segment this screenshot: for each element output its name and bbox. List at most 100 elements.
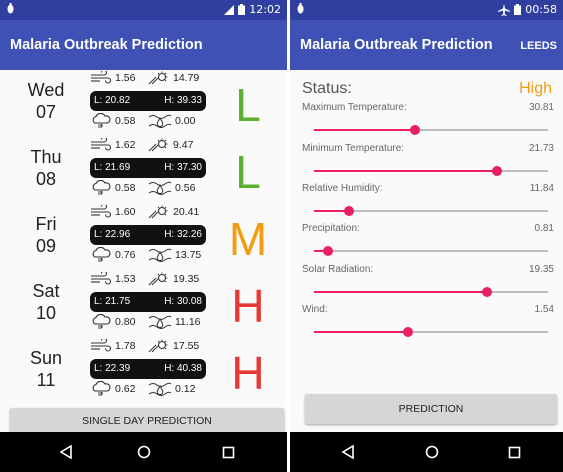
notification-icon [297,3,304,14]
parameter-row: Relative Humidity: 11.84 [302,183,554,223]
cloud-rain-icon [92,247,111,262]
parameter-slider[interactable] [314,165,548,177]
parameter-slider[interactable] [314,245,548,257]
recents-icon [222,446,234,458]
precipitation-value: 0.58 [115,182,136,194]
precipitation-metric: 0.58 [90,180,135,196]
airplane-icon [498,3,511,16]
home-icon [425,445,439,459]
single-day-prediction-button[interactable]: SINGLE DAY PREDICTION [10,408,284,434]
humidity-icon [148,382,172,396]
solar-value: 19.35 [173,273,200,285]
wind-metric: 1.62 [90,138,135,152]
slider-thumb[interactable] [323,246,334,256]
wind-metric: 1.78 [90,339,135,353]
back-button[interactable] [336,440,360,464]
status-label: Status: [302,80,352,97]
status-bar: 00:58 [290,0,563,20]
slider-thumb[interactable] [402,327,413,337]
solar-value: 9.47 [173,139,194,151]
humidity-metric: 0.12 [148,382,195,396]
high-temp: H: 40.38 [164,363,202,374]
humidity-value: 0.12 [175,383,196,395]
back-button[interactable] [54,440,78,464]
app-title: Malaria Outbreak Prediction [10,37,203,53]
humidity-value: 0.00 [175,115,196,127]
battery-icon [514,4,522,15]
back-icon [341,445,354,459]
temperature-pill: L: 22.39 H: 40.38 [90,359,206,379]
slider-thumb[interactable] [491,166,502,176]
prediction-button[interactable]: PREDICTION [305,394,557,424]
back-icon [59,445,72,459]
solar-value: 20.41 [173,206,200,218]
wind-icon [91,272,112,285]
low-temp: L: 22.96 [94,229,131,240]
solar-icon [148,205,168,219]
solar-icon [148,339,168,353]
recents-button[interactable] [502,440,526,464]
slider-thumb[interactable] [409,125,420,135]
precipitation-metric: 0.62 [90,381,135,397]
day-date: 11 [36,370,56,390]
precipitation-metric: 0.76 [90,247,135,263]
wind-icon [91,138,112,151]
parameter-slider[interactable] [314,326,548,338]
high-temp: H: 37.30 [164,162,202,173]
slider-fill [314,291,488,293]
forecast-row[interactable]: Wed 07 1.56 14.79 L: 20.82 H: 39.33 0.58 0.00 L [0,71,287,141]
humidity-value: 0.56 [175,182,196,194]
parameter-slider[interactable] [314,205,548,217]
forecast-row[interactable]: Thu 08 1.62 9.47 L: 21.69 H: 37.30 0.58 0.56 L [0,138,287,208]
day-name: Fri [35,214,57,234]
cloud-rain-icon [92,381,111,396]
parameter-slider[interactable] [314,286,548,298]
forecast-screen: 12:02 Malaria Outbreak Prediction Wed 07 1… [0,0,287,472]
solar-value: 14.79 [173,72,200,84]
slider-track [314,250,548,252]
home-button[interactable] [132,440,156,464]
forecast-row[interactable]: Sat 10 1.53 19.35 L: 21.75 H: 30.08 0.80 11.16 H [0,272,287,342]
parameter-value: 0.81 [534,223,554,234]
precipitation-value: 0.62 [115,383,136,395]
notification-icon [7,3,14,14]
day-name: Thu [30,147,62,167]
wind-metric: 1.53 [90,272,135,286]
precipitation-value: 0.80 [115,316,136,328]
wind-metric: 1.60 [90,205,135,219]
solar-metric: 14.79 [148,71,199,85]
wind-icon [91,339,112,352]
recents-button[interactable] [216,440,240,464]
day-date: 09 [35,236,57,256]
solar-metric: 17.55 [148,339,199,353]
parameter-row: Solar Radiation: 19.35 [302,264,554,304]
risk-level: L [235,146,261,198]
status-time: 12:02 [249,3,281,16]
forecast-row[interactable]: Fri 09 1.60 20.41 L: 22.96 H: 32.26 0.76 13.75 M [0,205,287,275]
home-icon [137,445,151,459]
high-temp: H: 30.08 [164,296,202,307]
solar-metric: 20.41 [148,205,199,219]
parameter-row: Maximum Temperature: 30.81 [302,102,554,142]
temperature-pill: L: 20.82 H: 39.33 [90,91,206,111]
status-time: 00:58 [525,3,557,16]
wind-metric: 1.56 [90,71,135,85]
forecast-row[interactable]: Sun 11 1.78 17.55 L: 22.39 H: 40.38 0.62 0.12 H [0,339,287,409]
cloud-rain-icon [92,113,111,128]
slider-thumb[interactable] [344,206,355,216]
day-name: Wed [27,80,65,100]
high-temp: H: 32.26 [164,229,202,240]
solar-value: 17.55 [173,340,200,352]
parameter-slider[interactable] [314,124,548,136]
status-bar: 12:02 [0,0,287,20]
parameter-name: Minimum Temperature: [302,143,405,154]
humidity-metric: 11.16 [148,315,201,329]
humidity-icon [148,315,172,329]
humidity-icon [148,181,172,195]
home-button[interactable] [420,440,444,464]
location-action[interactable]: LEEDS [520,40,557,52]
battery-icon [238,4,246,15]
slider-thumb[interactable] [482,287,493,297]
parameter-value: 21.73 [528,143,554,154]
low-temp: L: 22.39 [94,363,131,374]
